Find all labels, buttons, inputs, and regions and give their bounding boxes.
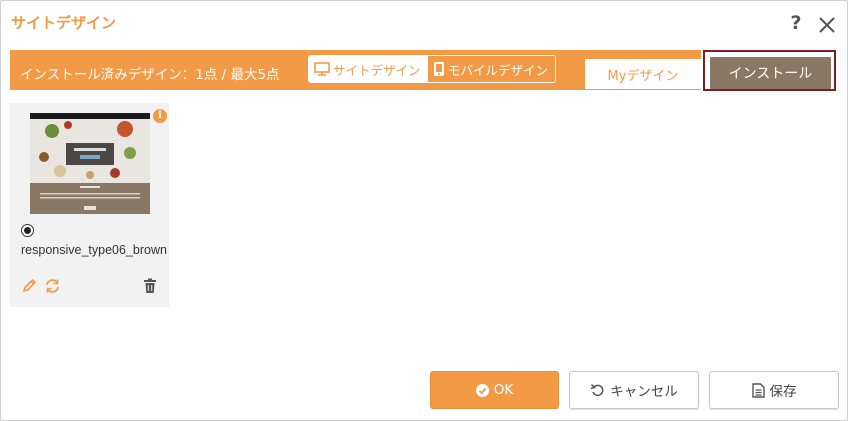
close-button[interactable] <box>816 12 838 36</box>
tab-my-design-label: Myデザイン <box>607 68 679 84</box>
question-icon: ? <box>790 12 802 34</box>
save-button-label: 保存 <box>769 384 797 400</box>
delete-button[interactable] <box>143 278 157 298</box>
pencil-icon <box>23 279 36 292</box>
design-name: responsive_type06_brown <box>21 243 167 257</box>
ok-button[interactable]: OK <box>430 371 559 409</box>
dialog-title: サイトデザイン <box>11 14 117 32</box>
site-design-toggle[interactable]: サイトデザイン <box>309 56 427 82</box>
trash-icon <box>144 278 156 293</box>
save-button[interactable]: 保存 <box>709 371 839 409</box>
edit-button[interactable] <box>21 278 37 298</box>
design-thumbnail[interactable] <box>30 113 150 214</box>
check-circle-icon <box>475 383 489 397</box>
undo-icon <box>591 383 604 397</box>
close-icon <box>819 17 835 33</box>
mobile-icon <box>434 62 444 76</box>
refresh-button[interactable] <box>44 278 61 298</box>
device-toggle: サイトデザイン モバイルデザイン <box>308 55 556 83</box>
design-select-radio[interactable] <box>21 224 34 237</box>
help-button[interactable]: ? <box>786 12 806 36</box>
cancel-button[interactable]: キャンセル <box>569 371 699 409</box>
ok-button-label: OK <box>493 382 514 398</box>
mobile-design-toggle-label: モバイルデザイン <box>448 62 549 78</box>
tab-my-design[interactable]: Myデザイン <box>585 59 701 89</box>
cancel-button-label: キャンセル <box>610 384 678 400</box>
mobile-design-toggle[interactable]: モバイルデザイン <box>427 56 555 82</box>
refresh-icon <box>46 279 59 293</box>
site-design-toggle-label: サイトデザイン <box>333 62 421 78</box>
monitor-icon <box>314 62 330 76</box>
document-icon <box>751 382 765 398</box>
installed-count-label: インストール済みデザイン：1点 / 最大5点 <box>20 67 280 83</box>
info-icon[interactable]: i <box>153 109 167 123</box>
design-preview-image <box>30 113 150 214</box>
tab-install[interactable]: インストール <box>710 57 831 89</box>
tab-install-label: インストール <box>728 66 813 82</box>
